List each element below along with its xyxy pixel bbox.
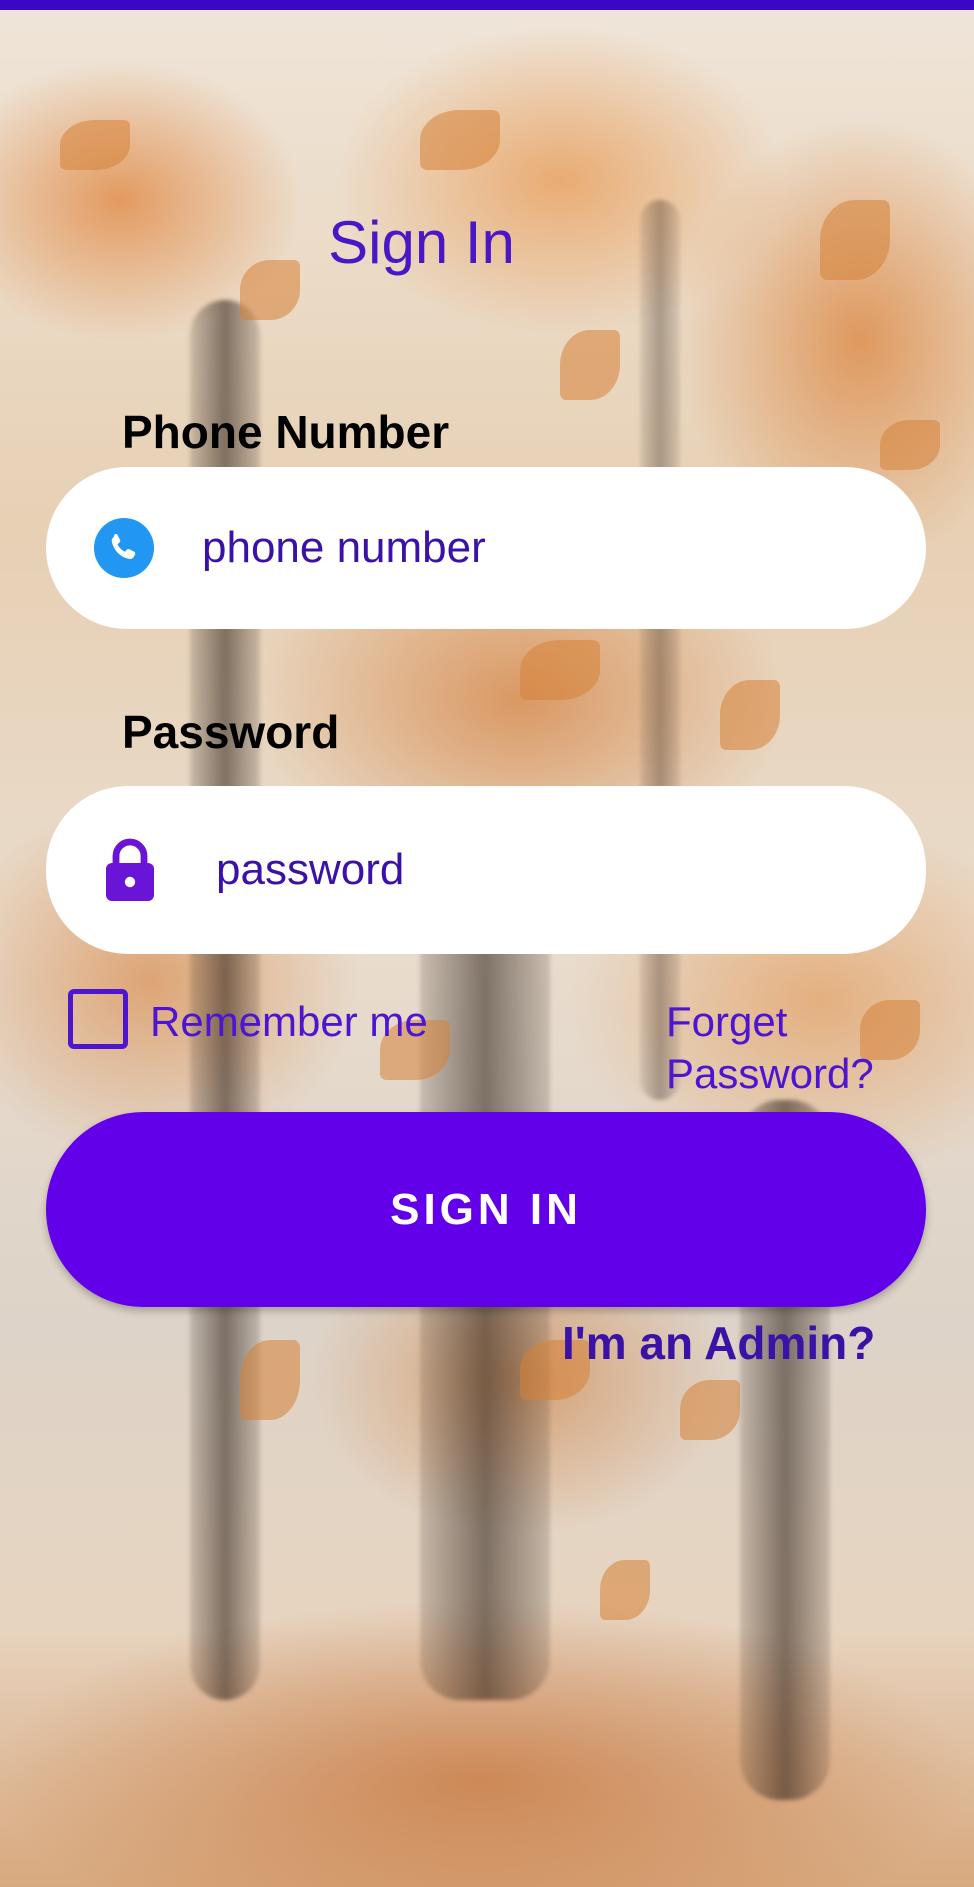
password-field-placeholder: password — [216, 845, 405, 894]
leaf — [600, 1560, 650, 1620]
leaf — [520, 640, 600, 700]
leaf — [240, 1340, 300, 1420]
leaf — [720, 680, 780, 750]
phone-label: Phone Number — [122, 406, 450, 458]
phone-icon — [94, 518, 154, 578]
page-title: Sign In — [328, 209, 515, 276]
leaf — [680, 1380, 740, 1440]
tree-trunk — [640, 200, 680, 1100]
leaf — [880, 420, 940, 470]
forgot-password-line1: Forget — [666, 998, 788, 1045]
remember-me-checkbox[interactable] — [68, 989, 128, 1049]
admin-login-link[interactable]: I'm an Admin? — [562, 1316, 875, 1370]
remember-me-label[interactable]: Remember me — [150, 998, 428, 1046]
lock-icon — [102, 836, 158, 904]
phone-input[interactable]: phone number — [46, 467, 926, 629]
leaf — [60, 120, 130, 170]
phone-field-placeholder: phone number — [202, 523, 486, 572]
sign-in-button[interactable]: SIGN IN — [46, 1112, 926, 1307]
leaf — [560, 330, 620, 400]
forgot-password-link[interactable]: Forget Password? — [666, 996, 916, 1100]
status-bar — [0, 0, 974, 10]
password-input[interactable]: password — [46, 786, 926, 954]
leaf — [420, 110, 500, 170]
forgot-password-line2: Password? — [666, 1050, 874, 1097]
password-label: Password — [122, 706, 340, 758]
